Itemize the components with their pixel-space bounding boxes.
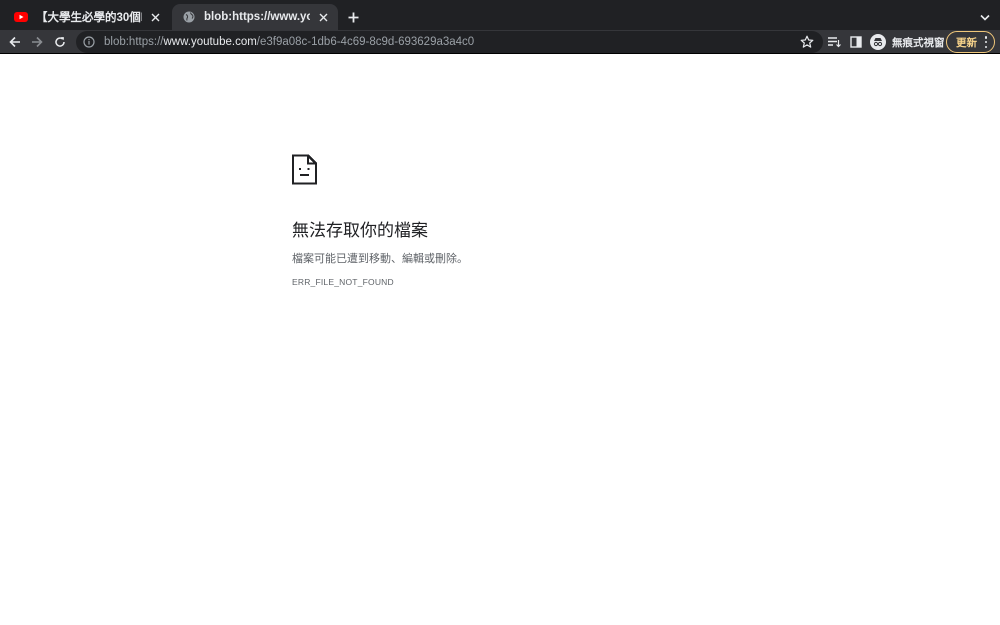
error-title: 無法存取你的檔案 xyxy=(292,221,428,240)
reading-list-button[interactable] xyxy=(825,33,843,51)
reload-button[interactable] xyxy=(51,33,69,51)
tab-strip: 【大學生必學的30個Python技巧 blob:https://www.yout… xyxy=(0,0,1000,30)
tab-blob[interactable]: blob:https://www.youtube.com xyxy=(172,4,338,30)
bookmark-star-icon[interactable] xyxy=(800,35,814,49)
reload-icon xyxy=(55,37,65,47)
side-panel-icon xyxy=(850,36,862,48)
tab-title: blob:https://www.youtube.com xyxy=(204,11,310,23)
update-label: 更新 xyxy=(956,36,977,49)
error-code: ERR_FILE_NOT_FOUND xyxy=(292,277,394,287)
incognito-icon xyxy=(870,34,886,50)
profile-label: 無痕式視窗 xyxy=(892,36,945,49)
close-tab-icon[interactable] xyxy=(148,10,162,24)
url-host: www.youtube.com xyxy=(163,36,257,48)
address-bar[interactable]: blob:https://www.youtube.com/e3f9a08c-1d… xyxy=(76,31,823,53)
url-text[interactable]: blob:https://www.youtube.com/e3f9a08c-1d… xyxy=(104,36,474,48)
incognito-profile[interactable]: 無痕式視窗 xyxy=(870,32,945,52)
url-scheme: blob:https:// xyxy=(104,36,164,48)
youtube-icon xyxy=(14,10,28,24)
back-arrow-icon xyxy=(9,36,20,48)
forward-arrow-icon xyxy=(32,36,43,48)
more-menu-icon[interactable] xyxy=(984,36,988,48)
error-description: 檔案可能已遭到移動、編輯或刪除。 xyxy=(292,253,468,265)
site-info-icon[interactable] xyxy=(83,36,95,48)
tab-search-chevron-icon[interactable] xyxy=(977,9,993,25)
back-button[interactable] xyxy=(6,33,24,51)
tab-title: 【大學生必學的30個Python技巧 xyxy=(36,12,142,24)
side-panel-button[interactable] xyxy=(847,33,865,51)
globe-icon xyxy=(182,10,196,24)
toolbar: blob:https://www.youtube.com/e3f9a08c-1d… xyxy=(0,30,1000,54)
new-tab-button[interactable] xyxy=(344,8,362,26)
update-button[interactable]: 更新 xyxy=(946,31,995,53)
close-tab-icon[interactable] xyxy=(316,10,330,24)
forward-button[interactable] xyxy=(28,33,46,51)
sad-file-icon xyxy=(291,154,318,185)
url-path: /e3f9a08c-1db6-4c69-8c9d-693629a3a4c0 xyxy=(256,36,475,48)
reading-list-icon xyxy=(828,37,841,48)
tab-youtube-video[interactable]: 【大學生必學的30個Python技巧 xyxy=(4,4,170,30)
